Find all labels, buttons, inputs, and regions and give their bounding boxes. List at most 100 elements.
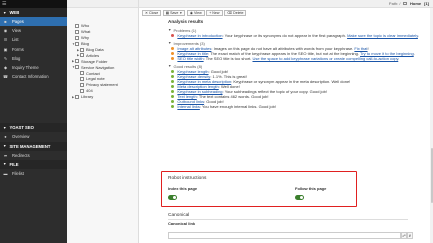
good-bullet-icon (171, 79, 175, 84)
sidebar-item-inquiry-theme[interactable]: ◆ Inquiry Theme (0, 63, 67, 72)
folder-icon (75, 59, 79, 64)
index-page-toggle[interactable] (168, 195, 177, 200)
view-button[interactable]: ◉ View (186, 10, 205, 16)
content-area: Path: / Home [1] ✕ Close ▩ Save ▼ ◉ View + Ne… (139, 0, 433, 243)
sidebar-item-contact-information[interactable]: ☎ Contact Information (0, 72, 67, 81)
robot-instructions-panel: Robot instructions Index this page Follo… (161, 171, 357, 207)
sidebar-section-file[interactable]: ▼ FILE (0, 159, 67, 169)
analysis-fix-link[interactable]: Use the space to add keyphrase variation… (252, 56, 398, 61)
analysis-link[interactable]: Internal links (177, 104, 199, 109)
sidebar-item-list[interactable]: ☰ List (0, 35, 67, 44)
good-bullet-icon (171, 104, 175, 109)
contact-icon: ☎ (3, 74, 8, 80)
tree-topbar (67, 0, 138, 8)
improvement-bullet-icon (171, 56, 175, 61)
module-sidebar: ☰ ▼ WEB ■ Pages ◉ View ☰ List ▣ Forms ✎ Blog ◆… (0, 0, 67, 243)
page-icon (80, 76, 84, 81)
analysis-fix-link[interactable]: Make sure the topic is clear immediately (347, 33, 418, 38)
menu-icon[interactable]: ☰ (2, 1, 6, 7)
analysis-item: Internal links: You have enough internal… (168, 104, 431, 109)
new-button[interactable]: + New (206, 10, 223, 16)
canonical-title: Canonical (168, 213, 190, 218)
page-tree: Who What Why ▼ Blog ▶ Blog Data ▶ Articles … (67, 0, 139, 243)
close-icon: ✕ (145, 11, 149, 15)
form-icon: ▣ (3, 46, 8, 52)
analysis-link[interactable]: Keyphrase in introduction (177, 33, 222, 38)
good-bullet-icon (171, 89, 175, 94)
scrollbar-thumb[interactable] (430, 148, 433, 203)
page-icon (75, 35, 79, 40)
sidebar-section-yoast[interactable]: ▼ YOAST SEO (0, 123, 67, 133)
sidebar-topbar: ☰ (0, 0, 67, 8)
folder-icon (80, 47, 84, 52)
link-icon: ☍ (402, 233, 406, 238)
analysis-link[interactable]: SEO title width (177, 56, 203, 61)
good-bullet-icon (171, 74, 175, 79)
path-label: Path: / (388, 1, 401, 6)
save-icon: ▩ (165, 11, 170, 15)
editor-toolbar: ✕ Close ▩ Save ▼ ◉ View + New ⌫ Delete (142, 10, 247, 16)
page-icon (75, 23, 79, 28)
plus-icon: + (209, 11, 212, 15)
divider (168, 218, 408, 220)
chevron-down-icon: ▼ (3, 10, 7, 15)
clear-link-button[interactable]: ✗ (407, 232, 413, 239)
delete-button[interactable]: ⌫ Delete (224, 10, 247, 16)
follow-page-toggle[interactable] (295, 195, 304, 200)
eye-icon: ◉ (189, 11, 193, 15)
page-icon (80, 88, 84, 93)
chevron-down-icon: ▼ (3, 125, 7, 130)
folder-icon (75, 94, 79, 99)
list-icon: ☰ (3, 37, 8, 43)
blog-icon: ✎ (3, 55, 8, 61)
analysis-title: Analysis results (168, 19, 204, 24)
toggle-knob (299, 195, 304, 200)
analysis-item: SEO title width: The SEO title is too sh… (168, 56, 431, 61)
close-button[interactable]: ✕ Close (142, 10, 162, 16)
sidebar-item-overview[interactable]: ● Overview (0, 132, 67, 141)
folder-icon: ▬ (3, 170, 8, 176)
sidebar-item-view[interactable]: ◉ View (0, 26, 67, 35)
save-button[interactable]: ▩ Save ▼ (162, 10, 186, 16)
sidebar-item-filelist[interactable]: ▬ Filelist (0, 169, 67, 178)
sidebar-item-pages[interactable]: ■ Pages (0, 17, 67, 27)
tree-node-library[interactable]: ▶ Library (72, 94, 138, 100)
sidebar-item-forms[interactable]: ▣ Forms (0, 45, 67, 54)
canonical-link-label: Canonical link (168, 221, 196, 226)
page-icon: ■ (4, 19, 7, 25)
toggle-knob (172, 195, 177, 200)
seo-analysis: Analysis results ▼ Problems (1) Keyphrase… (168, 19, 431, 109)
chevron-down-icon: ▼ (168, 41, 172, 45)
page-uid: [1] (424, 1, 429, 6)
page-icon (403, 1, 407, 6)
follow-page-label: Follow this page (295, 186, 327, 191)
sidebar-item-redirects[interactable]: ➦ Redirects (0, 151, 67, 160)
page-icon (75, 41, 79, 46)
improvement-bullet-icon (171, 46, 175, 51)
chevron-down-icon: ▼ (168, 28, 172, 32)
page-icon (80, 82, 84, 87)
page-icon (75, 29, 79, 34)
index-page-label: Index this page (168, 186, 198, 191)
chevron-down-icon: ▼ (168, 64, 172, 68)
improvement-bullet-icon (171, 51, 175, 56)
sidebar-section-web[interactable]: ▼ WEB (0, 8, 67, 17)
sidebar-section-site-management[interactable]: ▼ SITE MANAGEMENT (0, 141, 67, 151)
eye-icon: ◉ (3, 28, 8, 34)
problem-bullet-icon (171, 33, 175, 38)
good-bullet-icon (171, 99, 175, 104)
theme-icon: ◆ (3, 65, 8, 71)
good-bullet-icon (171, 94, 175, 99)
robot-instructions-title: Robot instructions (168, 176, 207, 181)
sidebar-item-blog[interactable]: ✎ Blog (0, 54, 67, 63)
docheader: Path: / Home [1] (139, 0, 433, 8)
analysis-item: Keyphrase in introduction: Your keyphras… (168, 33, 431, 38)
page-icon (80, 71, 84, 76)
good-bullet-icon (171, 84, 175, 89)
yoast-icon: ● (4, 134, 7, 140)
page-title: Home (409, 1, 422, 6)
canonical-link-input[interactable] (168, 232, 401, 239)
page-icon (80, 53, 84, 58)
chevron-down-icon[interactable]: ▼ (179, 11, 182, 15)
folder-icon (75, 65, 79, 70)
